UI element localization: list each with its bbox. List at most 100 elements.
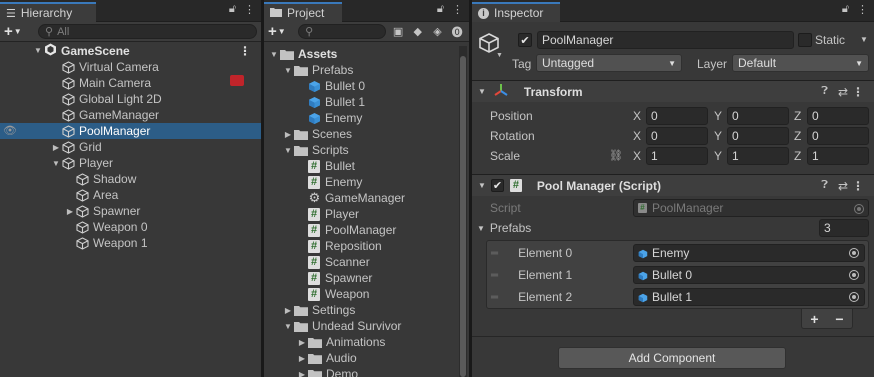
prefabs-row[interactable]: ▼ Prefabs 3	[472, 218, 874, 238]
project-item[interactable]: Bullet 1	[264, 94, 459, 110]
position-y-field[interactable]: 0	[727, 107, 789, 125]
expand-arrow-icon[interactable]: ▼	[268, 50, 280, 59]
lock-icon[interactable]: 🔓︎	[229, 3, 236, 16]
project-item[interactable]: # Weapon	[264, 286, 459, 302]
object-picker-icon[interactable]	[849, 248, 859, 258]
object-name-field[interactable]: PoolManager	[537, 31, 794, 49]
expand-arrow-icon[interactable]: ▼	[282, 322, 294, 331]
project-scrollbar[interactable]	[459, 46, 467, 377]
element-object-field[interactable]: Enemy	[633, 244, 865, 262]
project-item[interactable]: ⚙ GameManager	[264, 190, 459, 206]
hierarchy-item[interactable]: Area	[0, 187, 261, 203]
project-item[interactable]: # Reposition	[264, 238, 459, 254]
more-options-icon[interactable]: ⋮	[452, 3, 463, 16]
rotation-y-field[interactable]: 0	[727, 127, 789, 145]
drag-handle-icon[interactable]: ═	[491, 248, 498, 259]
visibility-eye-icon[interactable]: 👁︎	[3, 124, 17, 137]
element-object-field[interactable]: Bullet 1	[633, 288, 865, 306]
foldout-arrow-icon[interactable]: ▼	[477, 224, 485, 233]
foldout-arrow-icon[interactable]: ▼	[478, 87, 486, 96]
axis-label[interactable]: Z	[794, 109, 801, 123]
object-picker-icon[interactable]	[849, 292, 859, 302]
axis-label[interactable]: Y	[714, 149, 722, 163]
foldout-arrow-icon[interactable]: ▼	[478, 181, 486, 190]
filter-label-icon[interactable]: ◆	[410, 24, 426, 40]
hierarchy-item[interactable]: GameManager	[0, 107, 261, 123]
hierarchy-item[interactable]: ▶ Grid	[0, 139, 261, 155]
position-x-field[interactable]: 0	[646, 107, 708, 125]
scale-x-field[interactable]: 1	[646, 147, 708, 165]
hierarchy-item[interactable]: Virtual Camera	[0, 59, 261, 75]
project-item[interactable]: # Enemy	[264, 174, 459, 190]
remove-element-button[interactable]: −	[835, 311, 843, 327]
create-button[interactable]: + ▼	[4, 23, 34, 40]
expand-arrow-icon[interactable]: ▶	[296, 370, 308, 377]
poolmanager-header[interactable]: ▼ ✔ # Pool Manager (Script) ❓︎ ⇄ ⋮	[472, 174, 874, 196]
more-options-icon[interactable]: ⋮	[244, 3, 255, 16]
active-checkbox[interactable]: ✔	[518, 33, 532, 47]
expand-arrow-icon[interactable]: ▶	[50, 143, 62, 152]
project-item[interactable]: Enemy	[264, 110, 459, 126]
scale-y-field[interactable]: 1	[727, 147, 789, 165]
expand-arrow-icon[interactable]: ▶	[282, 130, 294, 139]
search-by-type-icon[interactable]: ▣	[390, 24, 406, 40]
expand-arrow-icon[interactable]: ▼	[50, 159, 62, 168]
expand-arrow-icon[interactable]: ▼	[282, 66, 294, 75]
component-menu-icon[interactable]: ⋮	[852, 179, 864, 193]
hierarchy-search-input[interactable]: ⚲ All	[38, 24, 257, 39]
component-enabled-checkbox[interactable]: ✔	[490, 179, 504, 192]
create-asset-button[interactable]: + ▼	[268, 23, 294, 40]
axis-label[interactable]: X	[633, 129, 641, 143]
expand-arrow-icon[interactable]: ▶	[296, 338, 308, 347]
project-item[interactable]: ▶ Demo	[264, 366, 459, 377]
presets-icon[interactable]: ⇄	[838, 179, 848, 193]
lock-icon[interactable]: 🔓︎	[437, 3, 444, 16]
project-item[interactable]: ▼ Scripts	[264, 142, 459, 158]
constrain-proportions-icon[interactable]: ⛓︎	[609, 149, 623, 162]
gameobject-icon-dropdown[interactable]: ▼	[496, 52, 503, 59]
hierarchy-item[interactable]: Shadow	[0, 171, 261, 187]
object-picker-icon[interactable]	[849, 270, 859, 280]
project-item[interactable]: # PoolManager	[264, 222, 459, 238]
prefabs-size-field[interactable]: 3	[819, 219, 869, 237]
tab-hierarchy[interactable]: ☰ Hierarchy	[0, 2, 96, 22]
expand-arrow-icon[interactable]: ▶	[282, 306, 294, 315]
layer-dropdown[interactable]: Default ▼	[732, 54, 869, 72]
expand-arrow-icon[interactable]: ▼	[282, 146, 294, 155]
scale-z-field[interactable]: 1	[807, 147, 869, 165]
project-item[interactable]: ▶ Scenes	[264, 126, 459, 142]
project-scroll-thumb[interactable]	[460, 56, 466, 377]
axis-label[interactable]: Z	[794, 149, 801, 163]
hidden-packages-icon[interactable]: ⓿	[449, 24, 465, 40]
expand-arrow-icon[interactable]: ▶	[296, 354, 308, 363]
hierarchy-item[interactable]: ▼ Player	[0, 155, 261, 171]
element-object-field[interactable]: Bullet 0	[633, 266, 865, 284]
tag-dropdown[interactable]: Untagged ▼	[536, 54, 682, 72]
hierarchy-item[interactable]: Main Camera	[0, 75, 261, 91]
hierarchy-item[interactable]: Weapon 0	[0, 219, 261, 235]
project-search-input[interactable]: ⚲	[298, 24, 387, 39]
project-item[interactable]: Bullet 0	[264, 78, 459, 94]
project-item[interactable]: ▶ Audio	[264, 350, 459, 366]
expand-arrow-icon[interactable]: ▼	[32, 46, 44, 55]
tag-icon[interactable]: ◈	[430, 24, 446, 40]
project-item[interactable]: # Spawner	[264, 270, 459, 286]
transform-header[interactable]: ▼ Transform ❓︎ ⇄ ⋮	[472, 80, 874, 102]
rotation-z-field[interactable]: 0	[807, 127, 869, 145]
axis-label[interactable]: X	[633, 149, 641, 163]
expand-arrow-icon[interactable]: ▶	[64, 207, 76, 216]
tab-inspector[interactable]: i Inspector	[472, 2, 560, 22]
rotation-x-field[interactable]: 0	[646, 127, 708, 145]
project-item[interactable]: # Bullet	[264, 158, 459, 174]
project-item[interactable]: ▶ Settings	[264, 302, 459, 318]
component-menu-icon[interactable]: ⋮	[852, 85, 864, 99]
project-item[interactable]: ▼ Assets	[264, 46, 459, 62]
axis-label[interactable]: Z	[794, 129, 801, 143]
drag-handle-icon[interactable]: ═	[491, 292, 498, 303]
hierarchy-item[interactable]: PoolManager	[0, 123, 261, 139]
project-item[interactable]: ▼ Prefabs	[264, 62, 459, 78]
scene-row[interactable]: ▼ GameScene ⋮	[0, 42, 261, 59]
hierarchy-item[interactable]: ▶ Spawner	[0, 203, 261, 219]
axis-label[interactable]: X	[633, 109, 641, 123]
drag-handle-icon[interactable]: ═	[491, 270, 498, 281]
